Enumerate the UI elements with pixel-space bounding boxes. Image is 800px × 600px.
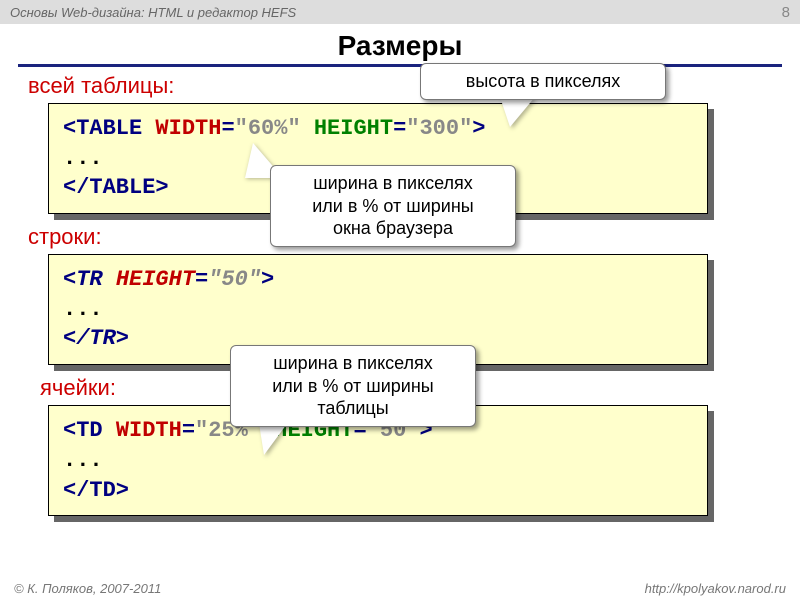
code: <TABLE [63, 116, 155, 141]
code: ... [63, 448, 103, 473]
copyright: © К. Поляков, 2007-2011 [14, 581, 161, 596]
code: </TABLE> [63, 175, 169, 200]
course-title: Основы Web-дизайна: HTML и редактор HEFS [10, 5, 296, 20]
code: = [393, 116, 406, 141]
footer-url: http://kpolyakov.narod.ru [645, 581, 786, 596]
code: ... [63, 146, 103, 171]
callout-width-table: ширина в пикселях или в % от ширины табл… [230, 345, 476, 427]
code: "50" [208, 267, 261, 292]
page-number: 8 [782, 4, 790, 21]
code: ... [63, 297, 103, 322]
code: = [221, 116, 234, 141]
code: = [182, 418, 195, 443]
code: > [472, 116, 485, 141]
code: "60%" [235, 116, 301, 141]
code: </TR> [63, 326, 129, 351]
callout-width-browser: ширина в пикселях или в % от ширины окна… [270, 165, 516, 247]
code: "300" [406, 116, 472, 141]
code: > [261, 267, 274, 292]
callout-tail [500, 97, 535, 127]
code: HEIGHT [314, 116, 393, 141]
callout-height-px: высота в пикселях [420, 63, 666, 100]
code: WIDTH [155, 116, 221, 141]
code: <TR [63, 267, 116, 292]
code: <TD [63, 418, 116, 443]
topbar: Основы Web-дизайна: HTML и редактор HEFS… [0, 0, 800, 24]
footer: © К. Поляков, 2007-2011 http://kpolyakov… [0, 581, 800, 596]
code: </TD> [63, 478, 129, 503]
code [301, 116, 314, 141]
slide: Основы Web-дизайна: HTML и редактор HEFS… [0, 0, 800, 600]
code: HEIGHT [116, 267, 195, 292]
code: = [195, 267, 208, 292]
content: всей таблицы: <TABLE WIDTH="60%" HEIGHT=… [0, 67, 800, 516]
code: WIDTH [116, 418, 182, 443]
slide-title: Размеры [0, 30, 800, 62]
